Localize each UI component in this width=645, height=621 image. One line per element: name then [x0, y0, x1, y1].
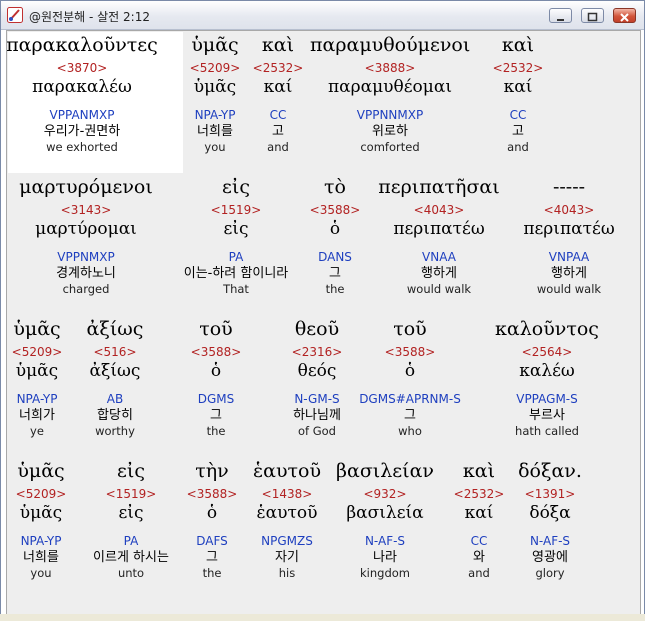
greek-word: μαρτυρόμενοι: [19, 176, 153, 198]
window-title: @원전분해 - 살전 2:12: [29, 10, 150, 24]
korean-gloss: 행하게: [551, 266, 587, 281]
english-gloss: glory: [535, 566, 565, 580]
app-window: @원전분해 - 살전 2:12 παρακαλοῦντες <3870> παρακ…: [0, 0, 645, 621]
english-gloss: charged: [62, 282, 110, 296]
lexical-form: καί: [503, 77, 533, 97]
close-icon: [620, 13, 629, 22]
interlinear-view[interactable]: παρακαλοῦντες <3870> παρακαλέω VPPANMXP 우리가-…: [6, 30, 641, 615]
korean-gloss: 고: [512, 124, 524, 139]
lexical-form: καλέω: [519, 361, 575, 381]
parsing-code: VPPNMXP: [57, 250, 115, 264]
greek-word: τοῦ: [393, 318, 427, 340]
greek-word: καὶ: [501, 34, 535, 56]
word-column[interactable]: καλοῦντος <2564> καλέω VPPAGM-S 부르사 hath call…: [467, 317, 627, 438]
english-gloss: would walk: [536, 282, 602, 296]
korean-gloss: 그: [404, 408, 416, 423]
strongs-number: <2532>: [492, 61, 544, 75]
word-column[interactable]: ----- <4043> περιπατέω VNPAA 행하게 would walk: [489, 175, 640, 296]
korean-gloss: 경계하노니: [56, 266, 116, 281]
korean-gloss: 영광에: [532, 550, 568, 565]
strongs-number: <3588>: [384, 345, 436, 359]
close-button[interactable]: [613, 8, 636, 23]
strongs-number: <3143>: [60, 203, 112, 217]
parsing-code: N-AF-S: [529, 534, 571, 548]
parsing-code: CC: [509, 108, 527, 122]
parsing-code: DGMS#APRNM-S: [359, 392, 461, 406]
korean-gloss: 부르사: [529, 408, 565, 423]
maximize-icon: [587, 12, 598, 22]
english-gloss: who: [398, 424, 422, 438]
english-gloss: hath called: [515, 424, 579, 438]
lexical-form: δόξα: [529, 503, 571, 523]
english-gloss: and: [507, 140, 529, 154]
word-column[interactable]: καὶ <2532> καί CC 고 and: [438, 33, 598, 154]
greek-word: -----: [552, 176, 586, 198]
word-column[interactable]: δόξαν. <1391> δόξα N-AF-S 영광에 glory: [470, 459, 630, 580]
strongs-number: <4043>: [543, 203, 595, 217]
word-column[interactable]: μαρτυρόμενοι <3143> μαρτύρομαι VPPNMXP 경계하노니…: [7, 175, 166, 296]
minimize-button[interactable]: [549, 8, 572, 23]
greek-word: δόξαν.: [518, 460, 582, 482]
minimize-icon: [557, 19, 564, 21]
word-column[interactable]: τοῦ <3588> ὁ DGMS#APRNM-S 그 who: [330, 317, 490, 438]
maximize-button[interactable]: [581, 8, 604, 23]
window-bottom-edge: [0, 614, 645, 621]
lexical-form: περιπατέω: [523, 219, 615, 239]
lexical-form: μαρτύρομαι: [35, 219, 137, 239]
app-brush-icon: [7, 7, 23, 23]
parsing-code: VPPAGM-S: [516, 392, 578, 406]
strongs-number: <1391>: [524, 487, 576, 501]
lexical-form: ὁ: [404, 361, 416, 381]
greek-word: καλοῦντος: [495, 318, 599, 340]
strongs-number: <2564>: [521, 345, 573, 359]
title-bar[interactable]: @원전분해 - 살전 2:12: [1, 1, 644, 30]
parsing-code: VNPAA: [548, 250, 590, 264]
